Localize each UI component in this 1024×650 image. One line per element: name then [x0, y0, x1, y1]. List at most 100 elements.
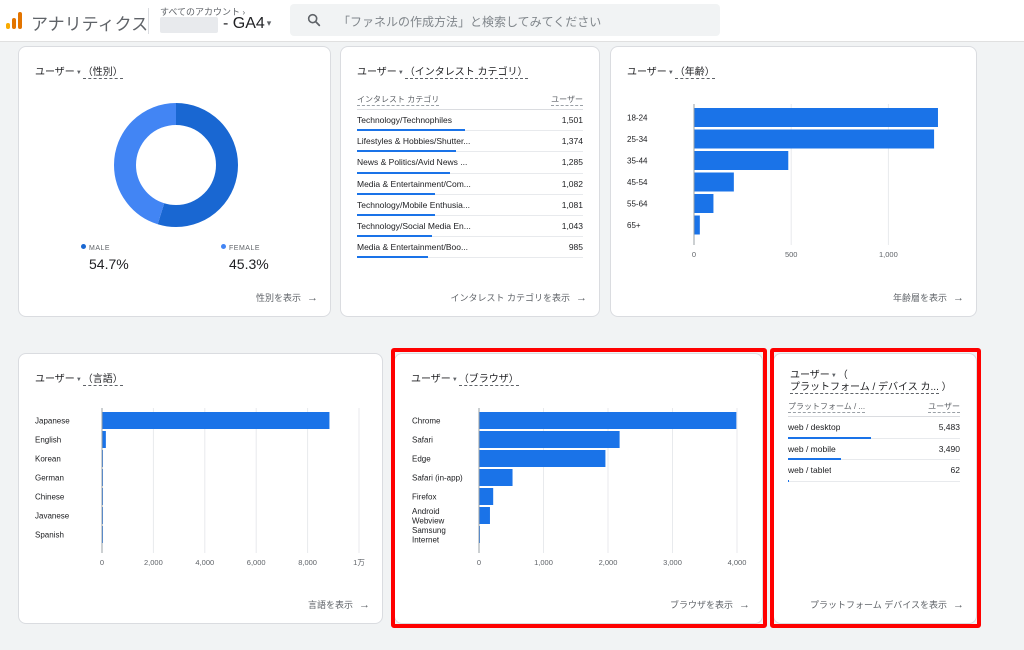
x-tick-label: 6,000 [247, 558, 266, 567]
metric-label: ユーザー [357, 67, 397, 78]
x-tick-label: 4,000 [195, 558, 214, 567]
bar-65-[interactable] [694, 215, 700, 235]
top-bar: アナリティクス すべてのアカウント › - GA4 ▾ 「ファネルの作成方法」と検… [0, 0, 1024, 42]
row-value: 985 [568, 242, 583, 253]
table-row[interactable]: Media & Entertainment/Com... 1,082 [357, 174, 583, 195]
category-label: 45-54 [627, 178, 648, 187]
property-selector[interactable]: - GA4 ▾ [223, 15, 271, 33]
category-label: 65+ [627, 221, 641, 230]
property-name: - GA4 [223, 15, 265, 32]
bar-english[interactable] [102, 431, 106, 448]
category-label: Javanese [35, 512, 70, 521]
bar-18-24[interactable] [694, 108, 938, 127]
arrow-right-icon: → [576, 292, 587, 304]
legend-label: FEMALE [229, 245, 261, 252]
category-label: Korean [35, 455, 61, 464]
legend-dot-icon [221, 244, 226, 249]
row-bar [357, 256, 429, 259]
x-tick-label: 2,000 [144, 558, 163, 567]
app-title: アナリティクス [31, 15, 149, 34]
male-percentage: 54.7% [89, 256, 129, 272]
search-icon [307, 13, 321, 27]
table-row[interactable]: Lifestyles & Hobbies/Shutter... 1,374 [357, 131, 583, 153]
footer-link-label: インタレスト カテゴリを表示 [450, 293, 570, 303]
bar-45-54[interactable] [694, 172, 734, 192]
row-label: Technology/Social Media En... [357, 221, 471, 231]
bar-55-64[interactable] [694, 194, 714, 213]
row-label: Media & Entertainment/Com... [357, 178, 471, 189]
metric-label: ユーザー [35, 67, 75, 78]
x-tick-label: 0 [100, 558, 104, 567]
category-label: German [35, 474, 64, 483]
arrow-right-icon: → [307, 292, 318, 304]
row-label: News & Politics/Avid News ... [357, 157, 468, 168]
red-highlight-box-browser [391, 348, 767, 628]
x-tick-label: 1万 [353, 558, 365, 567]
language-card: ユーザー▼（言語） 0 2,000 4,000 6,000 8,000 1万 Japanes… [18, 353, 383, 624]
row-label: Technology/Mobile Enthusia... [357, 199, 470, 210]
legend-male: MALE [81, 244, 110, 252]
card-title[interactable]: ユーザー▼（インタレスト カテゴリ） [357, 63, 528, 79]
row-label: Lifestyles & Hobbies/Shutter... [357, 136, 471, 147]
footer-link-label: 性別を表示 [255, 293, 301, 303]
dropdown-arrow-icon[interactable]: ▼ [398, 70, 404, 76]
row-value: 1,081 [561, 199, 583, 210]
row-label: Technology/Technophiles [357, 115, 452, 125]
bar-japanese[interactable] [102, 412, 330, 429]
x-tick-label: 8,000 [298, 558, 317, 567]
bar-35-44[interactable] [694, 151, 789, 170]
view-age-link[interactable]: 年齢層を表示 → [893, 291, 964, 304]
x-tick-label: 500 [785, 250, 798, 259]
caret-down-icon: ▾ [266, 18, 272, 29]
column-header-dimension: インタレスト カテゴリ [357, 95, 440, 106]
female-percentage: 45.3% [229, 256, 269, 272]
row-value: 1,374 [561, 136, 583, 147]
search-bar[interactable]: 「ファネルの作成方法」と検索してみてください [290, 4, 720, 36]
legend-label: MALE [89, 245, 111, 252]
category-label: 55-64 [627, 200, 648, 209]
language-bar-chart: 0 2,000 4,000 6,000 8,000 1万 Japanese English Ko… [35, 408, 365, 567]
column-header-metric: ユーザー [551, 95, 583, 106]
footer-link-label: 言語を表示 [307, 600, 353, 610]
x-tick-label: 0 [692, 250, 696, 259]
redacted-account-name [160, 17, 218, 33]
category-label: 35-44 [627, 157, 648, 166]
table-row[interactable]: News & Politics/Avid News ... 1,285 [357, 152, 583, 174]
dropdown-arrow-icon[interactable]: ▼ [76, 70, 82, 76]
analytics-logo-icon[interactable] [6, 11, 22, 29]
category-label: Chinese [35, 493, 65, 502]
view-gender-link[interactable]: 性別を表示 → [256, 291, 318, 304]
gender-card: ユーザー▼（性別） MALE 54.7% FEMALE 45.3% 性別を表示 → [18, 46, 331, 317]
table-row[interactable]: Technology/Technophiles 1,501 [357, 110, 583, 132]
gender-donut-chart [114, 103, 238, 227]
arrow-right-icon: → [953, 292, 964, 304]
dimension-label: （性別） [82, 67, 123, 79]
interest-table-body: Technology/Technophiles 1,501 Lifestyles &… [357, 110, 583, 270]
age-card: ユーザー▼（年齢） 0 500 1,000 18-24 25-34 35-44 45-54 5… [610, 46, 977, 317]
search-placeholder: 「ファネルの作成方法」と検索してみてください [338, 15, 602, 29]
view-interest-link[interactable]: インタレスト カテゴリを表示 → [450, 291, 587, 304]
dimension-label: （インタレスト カテゴリ） [404, 67, 528, 79]
category-label: 25-34 [627, 135, 648, 144]
x-tick-label: 1,000 [879, 250, 898, 259]
category-label: 18-24 [627, 114, 648, 123]
red-highlight-box-platform [770, 348, 981, 628]
category-label: English [35, 436, 61, 445]
card-title[interactable]: ユーザー▼（性別） [35, 63, 123, 79]
arrow-right-icon: → [359, 599, 370, 611]
row-value: 1,082 [561, 178, 583, 189]
row-value: 1,285 [561, 157, 583, 168]
table-row[interactable]: Technology/Social Media En... 1,043 [357, 216, 583, 238]
footer-link-label: 年齢層を表示 [892, 293, 947, 303]
row-label: Media & Entertainment/Boo... [357, 242, 469, 253]
category-label: Spanish [35, 531, 64, 540]
view-language-link[interactable]: 言語を表示 → [308, 598, 370, 611]
table-row[interactable]: Technology/Mobile Enthusia... 1,081 [357, 195, 583, 216]
table-row[interactable]: Media & Entertainment/Boo... 985 [357, 237, 583, 259]
interest-category-card: ユーザー▼（インタレスト カテゴリ） インタレスト カテゴリ ユーザー Tech… [340, 46, 600, 317]
bar-25-34[interactable] [694, 129, 935, 149]
age-bar-chart: 0 500 1,000 18-24 25-34 35-44 45-54 55-64 65+ [627, 104, 938, 259]
legend-dot-icon [81, 244, 86, 249]
category-label: Japanese [35, 417, 70, 426]
legend-female: FEMALE [221, 244, 260, 252]
